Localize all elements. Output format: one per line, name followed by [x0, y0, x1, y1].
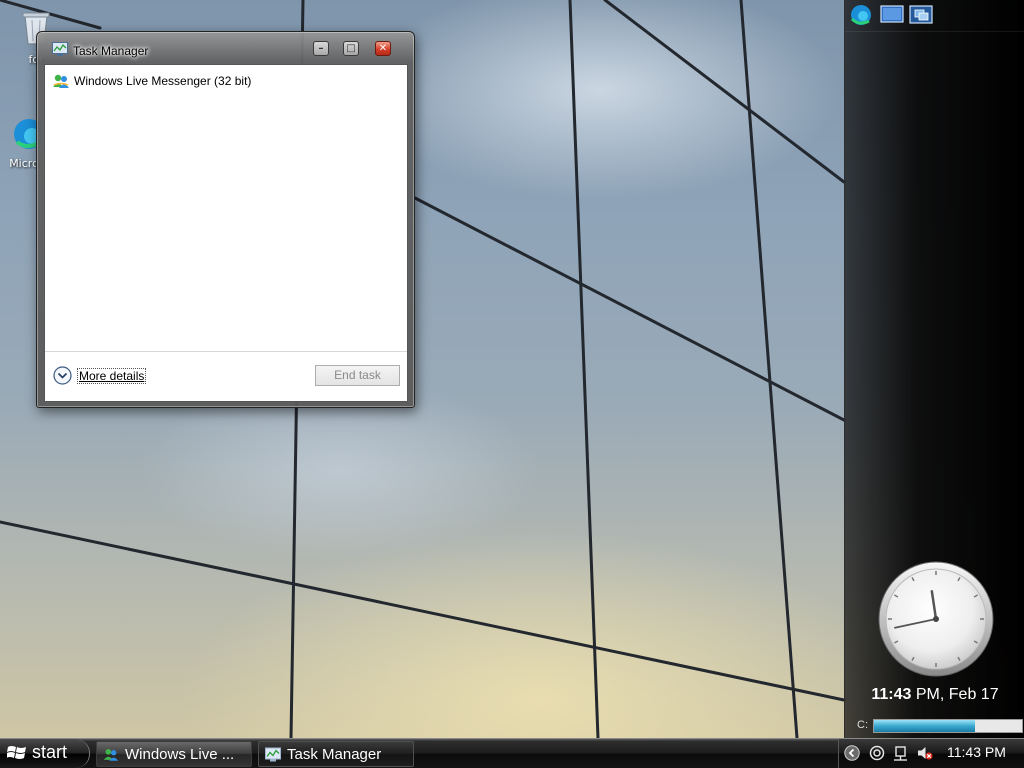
- taskbar-button-task-manager[interactable]: Task Manager: [258, 741, 414, 767]
- monitor-icon: [880, 5, 904, 23]
- drive-label: C:: [857, 719, 868, 731]
- notification-area: 11:43 PM: [838, 739, 1024, 768]
- task-manager-icon: [265, 747, 281, 762]
- chevron-down-icon: [53, 366, 72, 385]
- analog-clock-gadget[interactable]: [877, 560, 995, 678]
- sidebar-date: PM, Feb 17: [911, 686, 999, 703]
- minimize-icon: –: [318, 43, 324, 54]
- task-manager-client: Windows Live Messenger (32 bit) More det…: [44, 64, 408, 402]
- messenger-icon: [53, 74, 69, 88]
- taskbar: start Windows Live ... Task Manager 11:4…: [0, 738, 1024, 768]
- taskbar-button-label: Windows Live ...: [125, 746, 235, 763]
- start-button[interactable]: start: [0, 739, 90, 768]
- app-list-item[interactable]: Windows Live Messenger (32 bit): [45, 69, 407, 91]
- task-manager-footer: More details End task: [45, 351, 407, 401]
- more-details-label: More details: [76, 368, 147, 384]
- sidebar-date-time: 11:43 PM, Feb 17: [845, 686, 1024, 704]
- task-manager-window[interactable]: Task Manager – □ ✕ Windows Live Messenge…: [36, 31, 415, 408]
- close-icon: ✕: [378, 43, 388, 54]
- safely-remove-icon[interactable]: [893, 745, 909, 761]
- maximize-icon: □: [346, 43, 356, 54]
- taskbar-button-messenger[interactable]: Windows Live ...: [96, 741, 252, 767]
- more-details-toggle[interactable]: More details: [53, 366, 153, 386]
- back-arrow-icon[interactable]: [844, 745, 860, 761]
- window-title: Task Manager: [73, 44, 149, 58]
- end-task-button[interactable]: End task: [315, 365, 400, 386]
- minimize-button[interactable]: –: [313, 41, 329, 56]
- windows-logo-icon: [7, 746, 26, 759]
- drive-usage-fill: [874, 720, 975, 732]
- sidebar-show-desktop-button[interactable]: [880, 4, 904, 26]
- sidebar-time-bold: 11:43: [871, 686, 912, 703]
- windows-sidebar: 11:43 PM, Feb 17 C:: [844, 0, 1024, 738]
- close-button[interactable]: ✕: [375, 41, 391, 56]
- sidebar-toolbar: [845, 0, 1024, 32]
- messenger-icon: [103, 748, 119, 761]
- edge-icon: [850, 5, 871, 25]
- speaker-muted-icon[interactable]: [917, 745, 933, 761]
- title-bar[interactable]: Task Manager – □ ✕: [37, 32, 414, 64]
- sidebar-switch-windows-button[interactable]: [909, 4, 933, 26]
- drive-meter-gadget: C:: [853, 718, 1023, 734]
- window-switch-icon: [909, 5, 933, 24]
- taskbar-clock[interactable]: 11:43 PM: [947, 744, 1006, 760]
- sidebar-edge-button[interactable]: [849, 4, 873, 26]
- start-label: start: [32, 742, 68, 762]
- drive-usage-bar: [873, 719, 1023, 733]
- taskbar-button-label: Task Manager: [287, 746, 382, 763]
- maximize-button[interactable]: □: [343, 41, 359, 56]
- task-manager-icon: [52, 42, 68, 56]
- app-name: Windows Live Messenger (32 bit): [74, 74, 252, 88]
- network-icon[interactable]: [869, 745, 885, 761]
